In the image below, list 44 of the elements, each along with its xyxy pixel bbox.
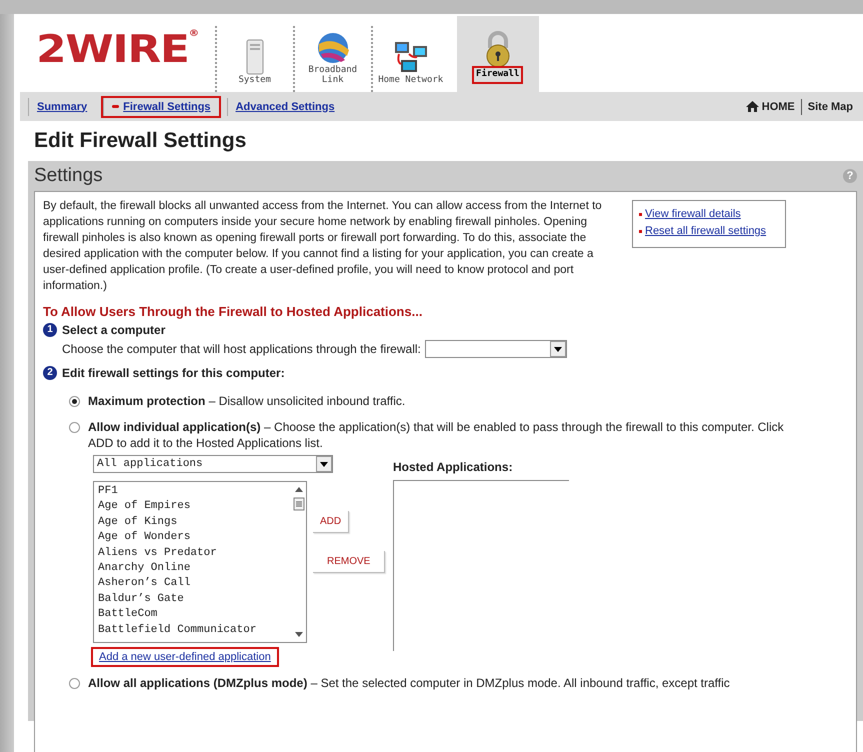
remove-button[interactable]: REMOVE [313,551,386,573]
step-number: 1 [43,323,57,337]
list-item[interactable]: Asheron’s Call [98,576,256,592]
nav-link[interactable]: Summary [28,98,96,116]
bullet-icon [639,213,642,216]
list-item[interactable]: Age of Empires [98,499,256,515]
site-map-link[interactable]: Site Map [808,100,853,112]
section-title: To Allow Users Through the Firewall to Hosted Applications... [43,304,424,319]
option-text: Allow individual application(s) – Choose the application(s) that will be enabled to pass through the firewall to this computer. Click ADD to add it to the Hosted Applications list. [88,419,785,451]
list-item[interactable]: Battlefield Communicator [98,622,256,638]
computer-select[interactable] [424,340,567,358]
nav-link[interactable]: Firewall Settings [103,98,219,116]
add-button[interactable]: ADD [313,511,350,533]
house-icon [746,101,759,112]
side-link[interactable]: View firewall details [645,207,741,222]
nav-link[interactable]: Advanced Settings [226,98,343,116]
option-text: Allow all applications (DMZplus mode) – Set the selected computer in DMZplus mode. All inbound traffic, except traffic [88,675,731,691]
logo: 2WIRE$^{®}$ [35,30,199,73]
page-title: Edit Firewall Settings [34,129,248,153]
step-title: Select a computer [62,323,166,337]
step-number: 2 [43,366,57,380]
filter-select[interactable]: All applications [93,455,333,473]
option-text: Maximum protection – Disallow unsolicited inbound traffic. [88,393,406,409]
step-text: Choose the computer that will host applications through the firewall: [62,342,421,356]
add-application-link[interactable]: Add a new user-defined application [93,649,277,665]
list-item[interactable]: Anarchy Online [98,561,256,576]
radio-button[interactable] [69,396,80,407]
radio-button[interactable] [69,422,80,433]
list-item[interactable]: PF1 [98,484,256,500]
intro-text: By default, the firewall blocks all unwanted access from the Internet. You can allow access from the Internet to applications running on computers inside your secure home network by enabling firewall pinholes. Opening firewall pinholes is also known as opening firewall ports or firewall port forwarding. To do this, associate the desired application with the computer below. If you cannot find a listing for your application, you can create a user-defined application profile. (To create a user-defined profile, you will need to know protocol and port information.) [43,199,603,294]
bullet-icon [639,230,642,233]
list-item[interactable]: BattleCom [98,607,256,623]
application-list[interactable]: PF1 Age of Empires Age of Kings Age of Wonders Aliens vs Predator Anarchy Online Asheron’s Call Baldur’s Gate BattleCom Battlefield Communicator [93,481,307,643]
panel-title: Settings [34,165,103,187]
home-link[interactable]: HOME [746,100,795,112]
list-item[interactable]: Age of Kings [98,514,256,530]
step-title: Edit firewall settings for this computer: [62,366,285,380]
list-item[interactable]: Aliens vs Predator [98,546,256,562]
radio-button[interactable] [69,678,80,689]
list-item[interactable]: Age of Wonders [98,530,256,546]
side-link[interactable]: Reset all firewall settings [645,224,766,239]
hosted-title: Hosted Applications: [393,460,514,474]
list-item[interactable]: Baldur’s Gate [98,592,256,608]
nav-tab[interactable]: Firewall [456,16,539,92]
